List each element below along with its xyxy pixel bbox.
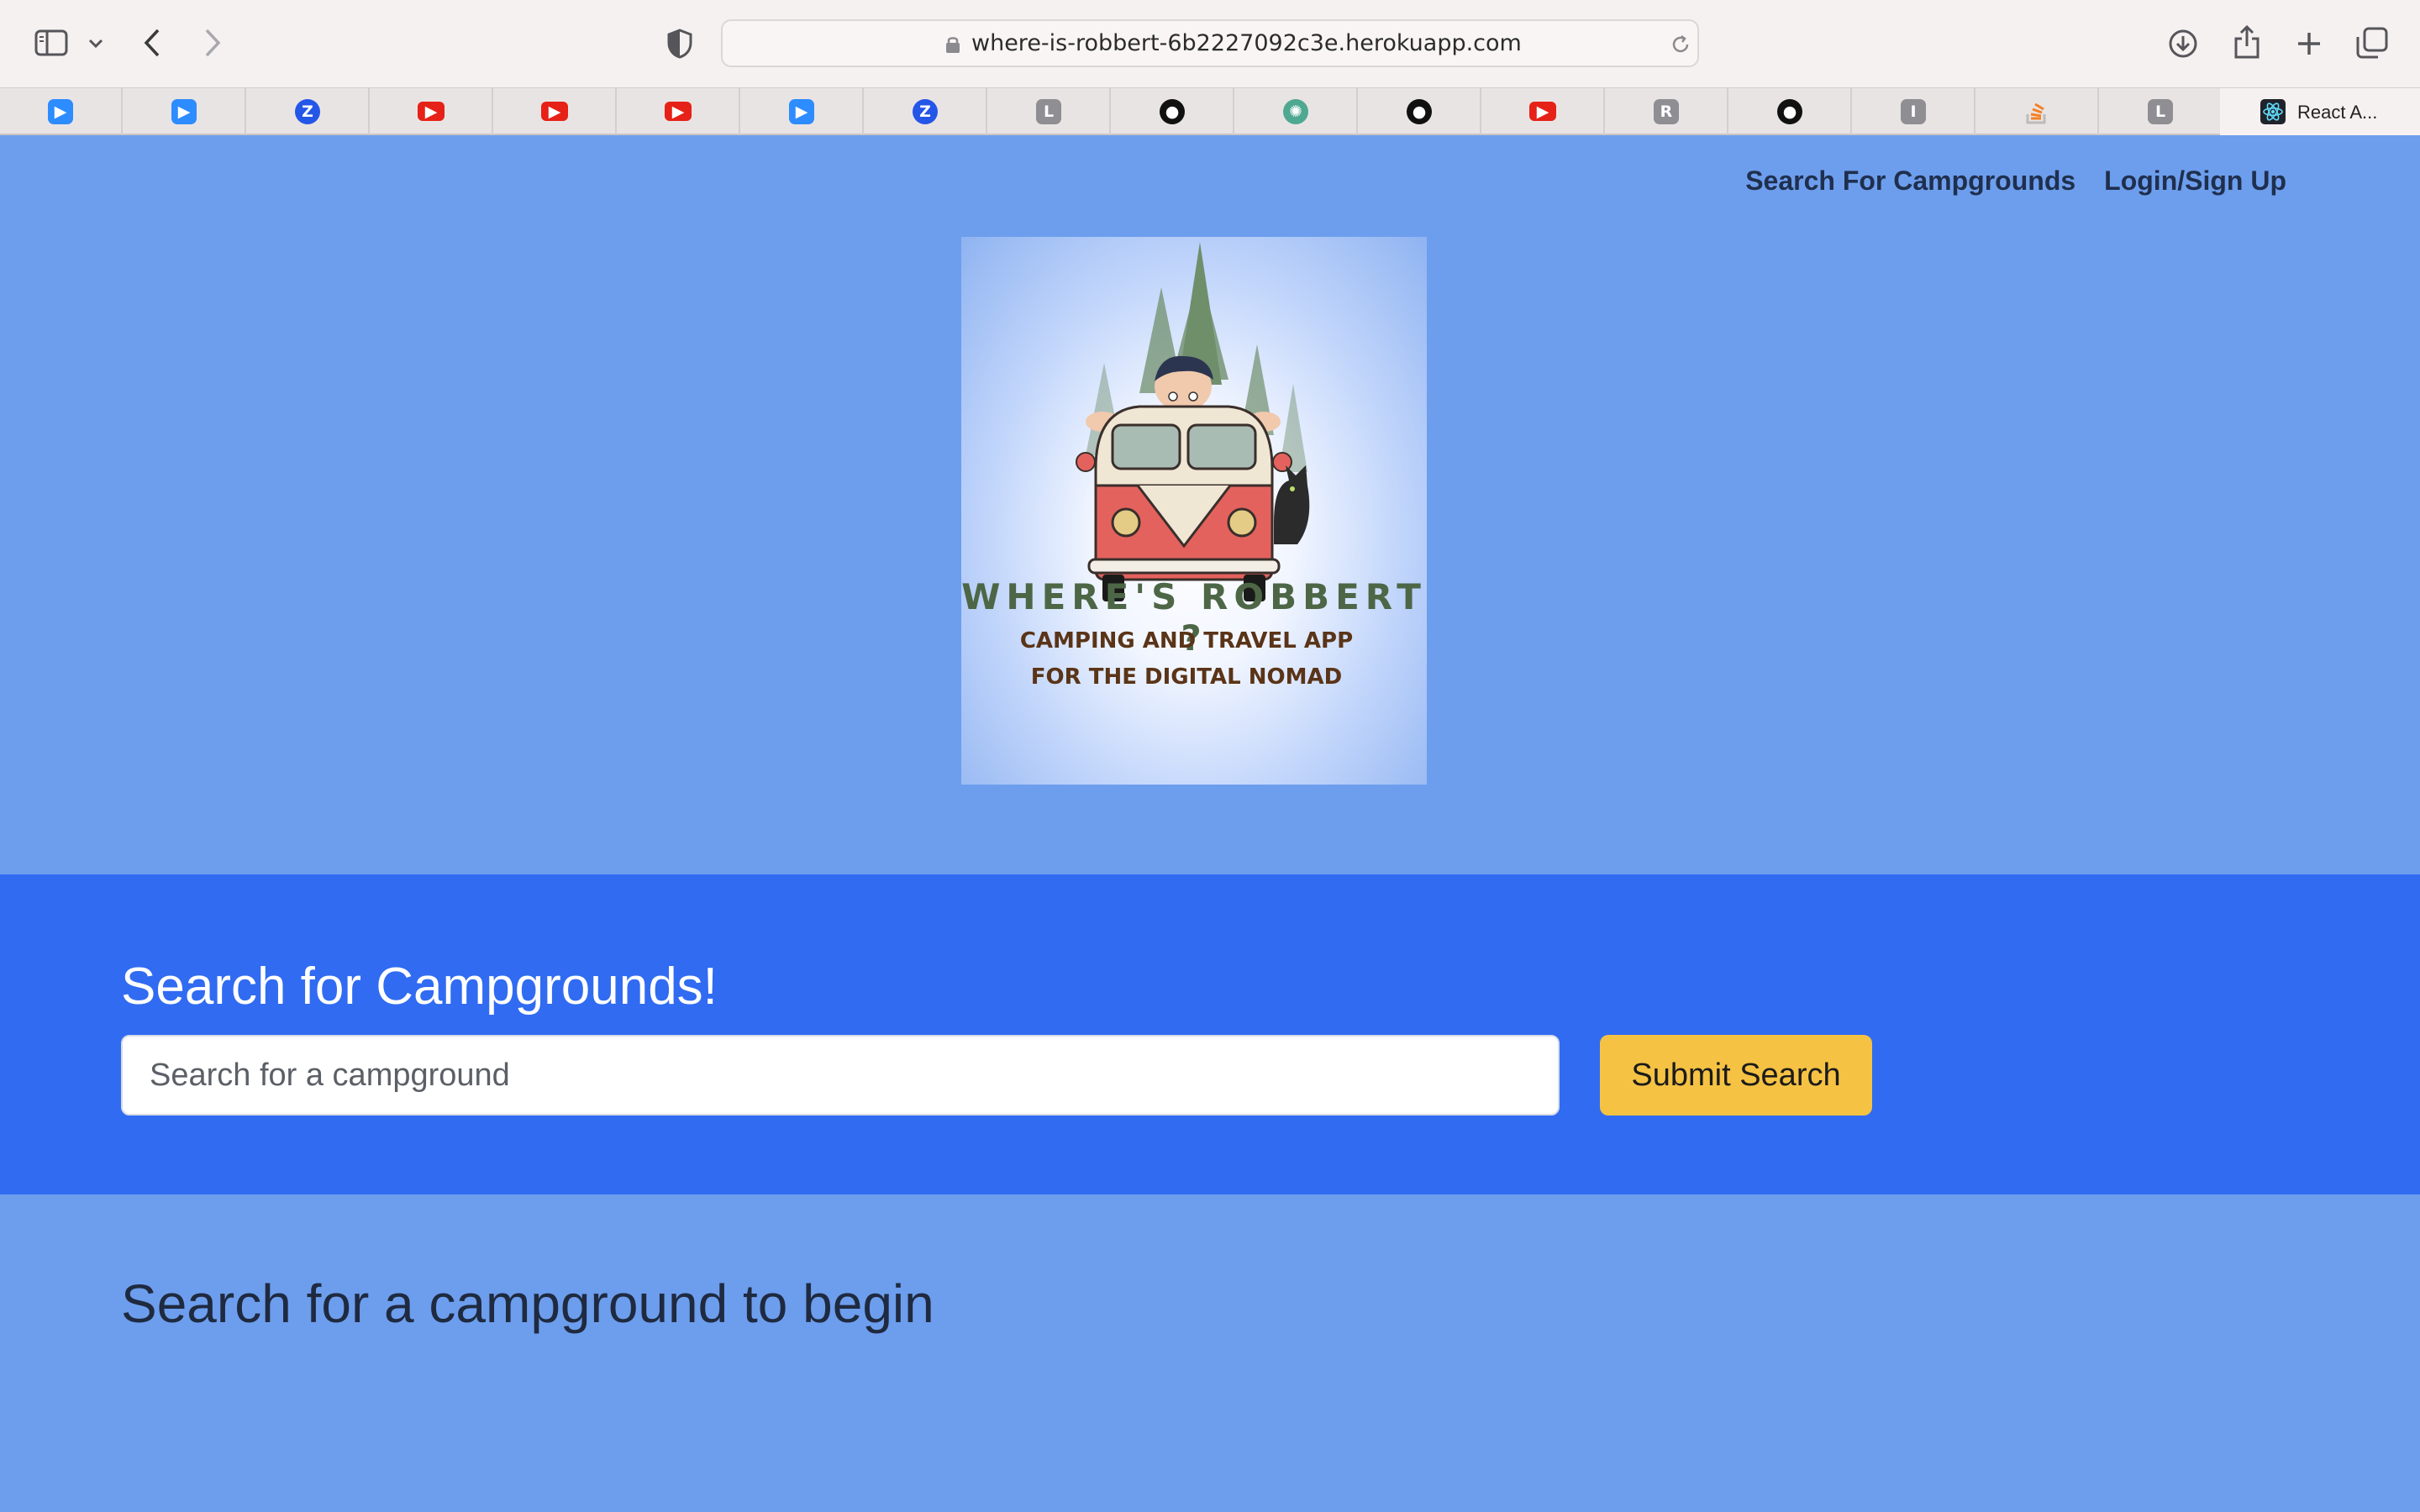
tab-zotero-1[interactable]: Z (247, 88, 370, 134)
tab-github-2[interactable]: ● (1359, 88, 1481, 134)
search-section: Search for Campgrounds! Submit Search (0, 874, 2420, 1194)
tab-zotero-2[interactable]: Z (865, 88, 987, 134)
youtube-icon: ▶ (541, 102, 568, 121)
tab-stackoverflow[interactable] (1976, 88, 2099, 134)
react-icon (2260, 99, 2286, 124)
reload-icon[interactable] (1669, 33, 1692, 56)
github-icon: ● (1777, 98, 1802, 124)
youtube-icon: ▶ (418, 102, 445, 121)
letter-l-icon: L (1036, 98, 1061, 124)
zoom-icon: ▶ (789, 98, 814, 124)
privacy-shield-icon[interactable] (664, 27, 696, 60)
zotero-icon: Z (913, 98, 938, 124)
forward-icon[interactable] (198, 25, 227, 60)
campground-search-input[interactable] (121, 1035, 1560, 1116)
tab-react-app-active[interactable]: React A... (2220, 88, 2420, 136)
github-icon: ● (1160, 98, 1185, 124)
address-bar[interactable]: where-is-robbert-6b2227092c3e.herokuapp.… (721, 19, 1699, 67)
lock-icon (944, 34, 961, 55)
new-tab-icon[interactable] (2292, 27, 2326, 60)
tab-letter-r[interactable]: R (1606, 88, 1728, 134)
tab-youtube-1[interactable]: ▶ (371, 88, 493, 134)
tab-youtube-2[interactable]: ▶ (494, 88, 617, 134)
zotero-icon: Z (295, 98, 320, 124)
tab-overview-icon[interactable] (2354, 25, 2390, 60)
top-nav: Search For Campgrounds Login/Sign Up (1745, 165, 2286, 197)
hero-logo: WHERE'S ROBBERT ? CAMPING AND TRAVEL APP… (961, 237, 1427, 785)
submit-search-button[interactable]: Submit Search (1600, 1035, 1872, 1116)
tab-github-1[interactable]: ● (1112, 88, 1234, 134)
letter-l-icon: L (2148, 98, 2173, 124)
tab-zoom-2[interactable]: ▶ (124, 88, 246, 134)
logo-illustration (1076, 242, 1310, 601)
tab-letter-i[interactable]: I (1853, 88, 1975, 134)
tab-youtube-3[interactable]: ▶ (618, 88, 740, 134)
youtube-icon: ▶ (1529, 102, 1556, 121)
tab-letter-l-2[interactable]: L (2100, 88, 2223, 134)
logo-subtitle-line-1: CAMPING AND TRAVEL APP (1019, 628, 1354, 654)
youtube-icon: ▶ (665, 102, 692, 121)
nav-search-campgrounds[interactable]: Search For Campgrounds (1745, 165, 2075, 197)
tab-bar: ▶ ▶ Z ▶ ▶ ▶ ▶ Z L ● ✺ ● ▶ R ● I L React … (0, 87, 2420, 136)
tab-youtube-4[interactable]: ▶ (1482, 88, 1605, 134)
tab-chatgpt[interactable]: ✺ (1235, 88, 1358, 134)
tab-zoom-3[interactable]: ▶ (741, 88, 864, 134)
back-icon[interactable] (138, 25, 166, 60)
sidebar-toggle-icon[interactable] (34, 27, 69, 59)
tab-github-3[interactable]: ● (1729, 88, 1852, 134)
active-tab-title: React A... (2297, 101, 2378, 123)
letter-r-icon: R (1654, 98, 1679, 124)
logo-subtitle-line-2: FOR THE DIGITAL NOMAD (1030, 664, 1343, 690)
chatgpt-icon: ✺ (1283, 98, 1308, 124)
url-text: where-is-robbert-6b2227092c3e.herokuapp.… (971, 30, 1522, 56)
search-heading: Search for Campgrounds! (121, 958, 718, 1016)
github-icon: ● (1407, 98, 1432, 124)
page: Search For Campgrounds Login/Sign Up WHE… (0, 135, 2420, 1512)
tab-letter-l-1[interactable]: L (988, 88, 1111, 134)
results-empty-message: Search for a campground to begin (121, 1273, 934, 1334)
tab-zoom-1[interactable]: ▶ (0, 88, 123, 134)
zoom-icon: ▶ (171, 98, 197, 124)
zoom-icon: ▶ (48, 98, 73, 124)
downloads-icon[interactable] (2166, 27, 2200, 60)
chevron-down-icon[interactable] (84, 32, 108, 55)
share-icon[interactable] (2230, 24, 2264, 60)
stackoverflow-icon (2024, 99, 2049, 124)
letter-i-icon: I (1901, 98, 1926, 124)
nav-login-signup[interactable]: Login/Sign Up (2104, 165, 2286, 197)
browser-toolbar: where-is-robbert-6b2227092c3e.herokuapp.… (0, 0, 2420, 87)
